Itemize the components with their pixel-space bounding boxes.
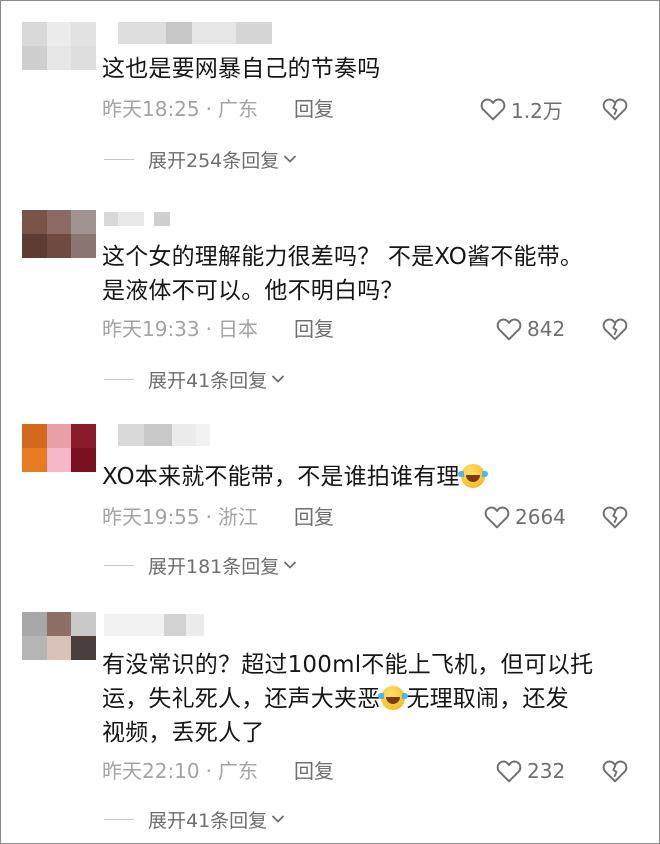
dislike-button[interactable]	[600, 314, 630, 344]
broken-heart-icon	[602, 318, 628, 341]
separator: ·	[205, 97, 212, 121]
comment-line: 这个女的理解能力很差吗？ 不是XO酱不能带。	[102, 244, 584, 270]
avatar[interactable]	[22, 210, 96, 258]
expand-label: 展开181条回复	[148, 555, 280, 578]
like-count: 2664	[515, 505, 566, 529]
laughing-crying-emoji-icon	[378, 686, 409, 710]
divider-line	[104, 158, 134, 160]
username-blurred[interactable]	[118, 22, 272, 44]
comment-meta: 昨天19:33 · 日本 回复	[102, 314, 334, 344]
comment-text: XO本来就不能带，不是谁拍谁有理	[102, 460, 488, 494]
comment-time: 昨天22:10	[102, 759, 200, 783]
broken-heart-icon	[602, 506, 628, 529]
broken-heart-icon	[602, 98, 628, 121]
username-blurred[interactable]	[104, 614, 204, 636]
heart-outline-icon	[480, 98, 506, 121]
expand-replies-button[interactable]: 展开41条回复	[104, 804, 285, 834]
dislike-button[interactable]	[600, 756, 630, 786]
comment-meta: 昨天19:55 · 浙江 回复	[102, 502, 334, 532]
avatar[interactable]	[22, 22, 96, 70]
avatar[interactable]	[22, 612, 96, 660]
heart-outline-icon	[496, 760, 522, 783]
expand-label: 展开41条回复	[148, 809, 268, 832]
like-button[interactable]: 842	[496, 314, 565, 344]
heart-outline-icon	[496, 318, 522, 341]
comment-line-part: 无理取闹，还发	[406, 686, 569, 712]
comment-text: 这个女的理解能力很差吗？ 不是XO酱不能带。 是液体不可以。他不明白吗？	[102, 240, 583, 308]
avatar[interactable]	[22, 424, 96, 472]
comment-line: 视频，丢死人了	[102, 720, 265, 746]
chevron-down-icon	[272, 375, 285, 383]
comment-line: 这也是要网暴自己的节奏吗	[102, 56, 381, 82]
comment-line: XO本来就不能带，不是谁拍谁有理	[102, 464, 460, 490]
reply-button[interactable]: 回复	[294, 314, 334, 344]
comment-time: 昨天19:33	[102, 317, 200, 341]
comment-location: 广东	[218, 759, 258, 783]
expand-replies-button[interactable]: 展开41条回复	[104, 364, 285, 394]
like-button[interactable]: 2664	[484, 502, 566, 532]
heart-outline-icon	[484, 506, 510, 529]
reply-button[interactable]: 回复	[294, 94, 334, 124]
like-count: 232	[527, 759, 566, 783]
laughing-crying-emoji-icon	[457, 464, 488, 488]
divider-line	[104, 564, 134, 566]
separator: ·	[205, 759, 212, 783]
broken-heart-icon	[602, 760, 628, 783]
comment-text: 有没常识的？超过100ml不能上飞机，但可以托 运，失礼死人，还声大夹恶 无理取闹…	[102, 648, 593, 750]
comment-time: 昨天18:25	[102, 97, 200, 121]
comment-line: 有没常识的？超过100ml不能上飞机，但可以托	[102, 652, 594, 678]
divider-line	[104, 378, 134, 380]
expand-label: 展开41条回复	[148, 369, 268, 392]
expand-replies-button[interactable]: 展开254条回复	[104, 144, 297, 174]
comment-line: 运，失礼死人，还声大夹恶 无理取闹，还发	[102, 682, 593, 716]
like-button[interactable]: 1.2万	[480, 94, 563, 124]
dislike-button[interactable]	[600, 502, 630, 532]
username-blurred[interactable]	[118, 424, 210, 446]
divider-line	[104, 818, 134, 820]
comment-line: 是液体不可以。他不明白吗？	[102, 278, 404, 304]
like-count: 842	[527, 317, 566, 341]
chevron-down-icon	[284, 155, 297, 163]
username-blurred[interactable]	[104, 212, 170, 234]
comment-line-part: 运，失礼死人，还声大夹恶	[102, 686, 381, 712]
comment-time: 昨天19:55	[102, 505, 200, 529]
separator: ·	[205, 505, 212, 529]
reply-button[interactable]: 回复	[294, 502, 334, 532]
dislike-button[interactable]	[600, 94, 630, 124]
chevron-down-icon	[272, 815, 285, 823]
like-button[interactable]: 232	[496, 756, 565, 786]
comment-location: 日本	[218, 317, 258, 341]
expand-replies-button[interactable]: 展开181条回复	[104, 550, 297, 580]
chevron-down-icon	[284, 561, 297, 569]
comment-text: 这也是要网暴自己的节奏吗	[102, 52, 380, 86]
separator: ·	[205, 317, 212, 341]
comment-location: 浙江	[218, 505, 258, 529]
expand-label: 展开254条回复	[148, 149, 280, 172]
like-count: 1.2万	[511, 98, 563, 123]
comment-meta: 昨天22:10 · 广东 回复	[102, 756, 334, 786]
comment-location: 广东	[218, 97, 258, 121]
comment-meta: 昨天18:25 · 广东 回复	[102, 94, 334, 124]
reply-button[interactable]: 回复	[294, 756, 334, 786]
